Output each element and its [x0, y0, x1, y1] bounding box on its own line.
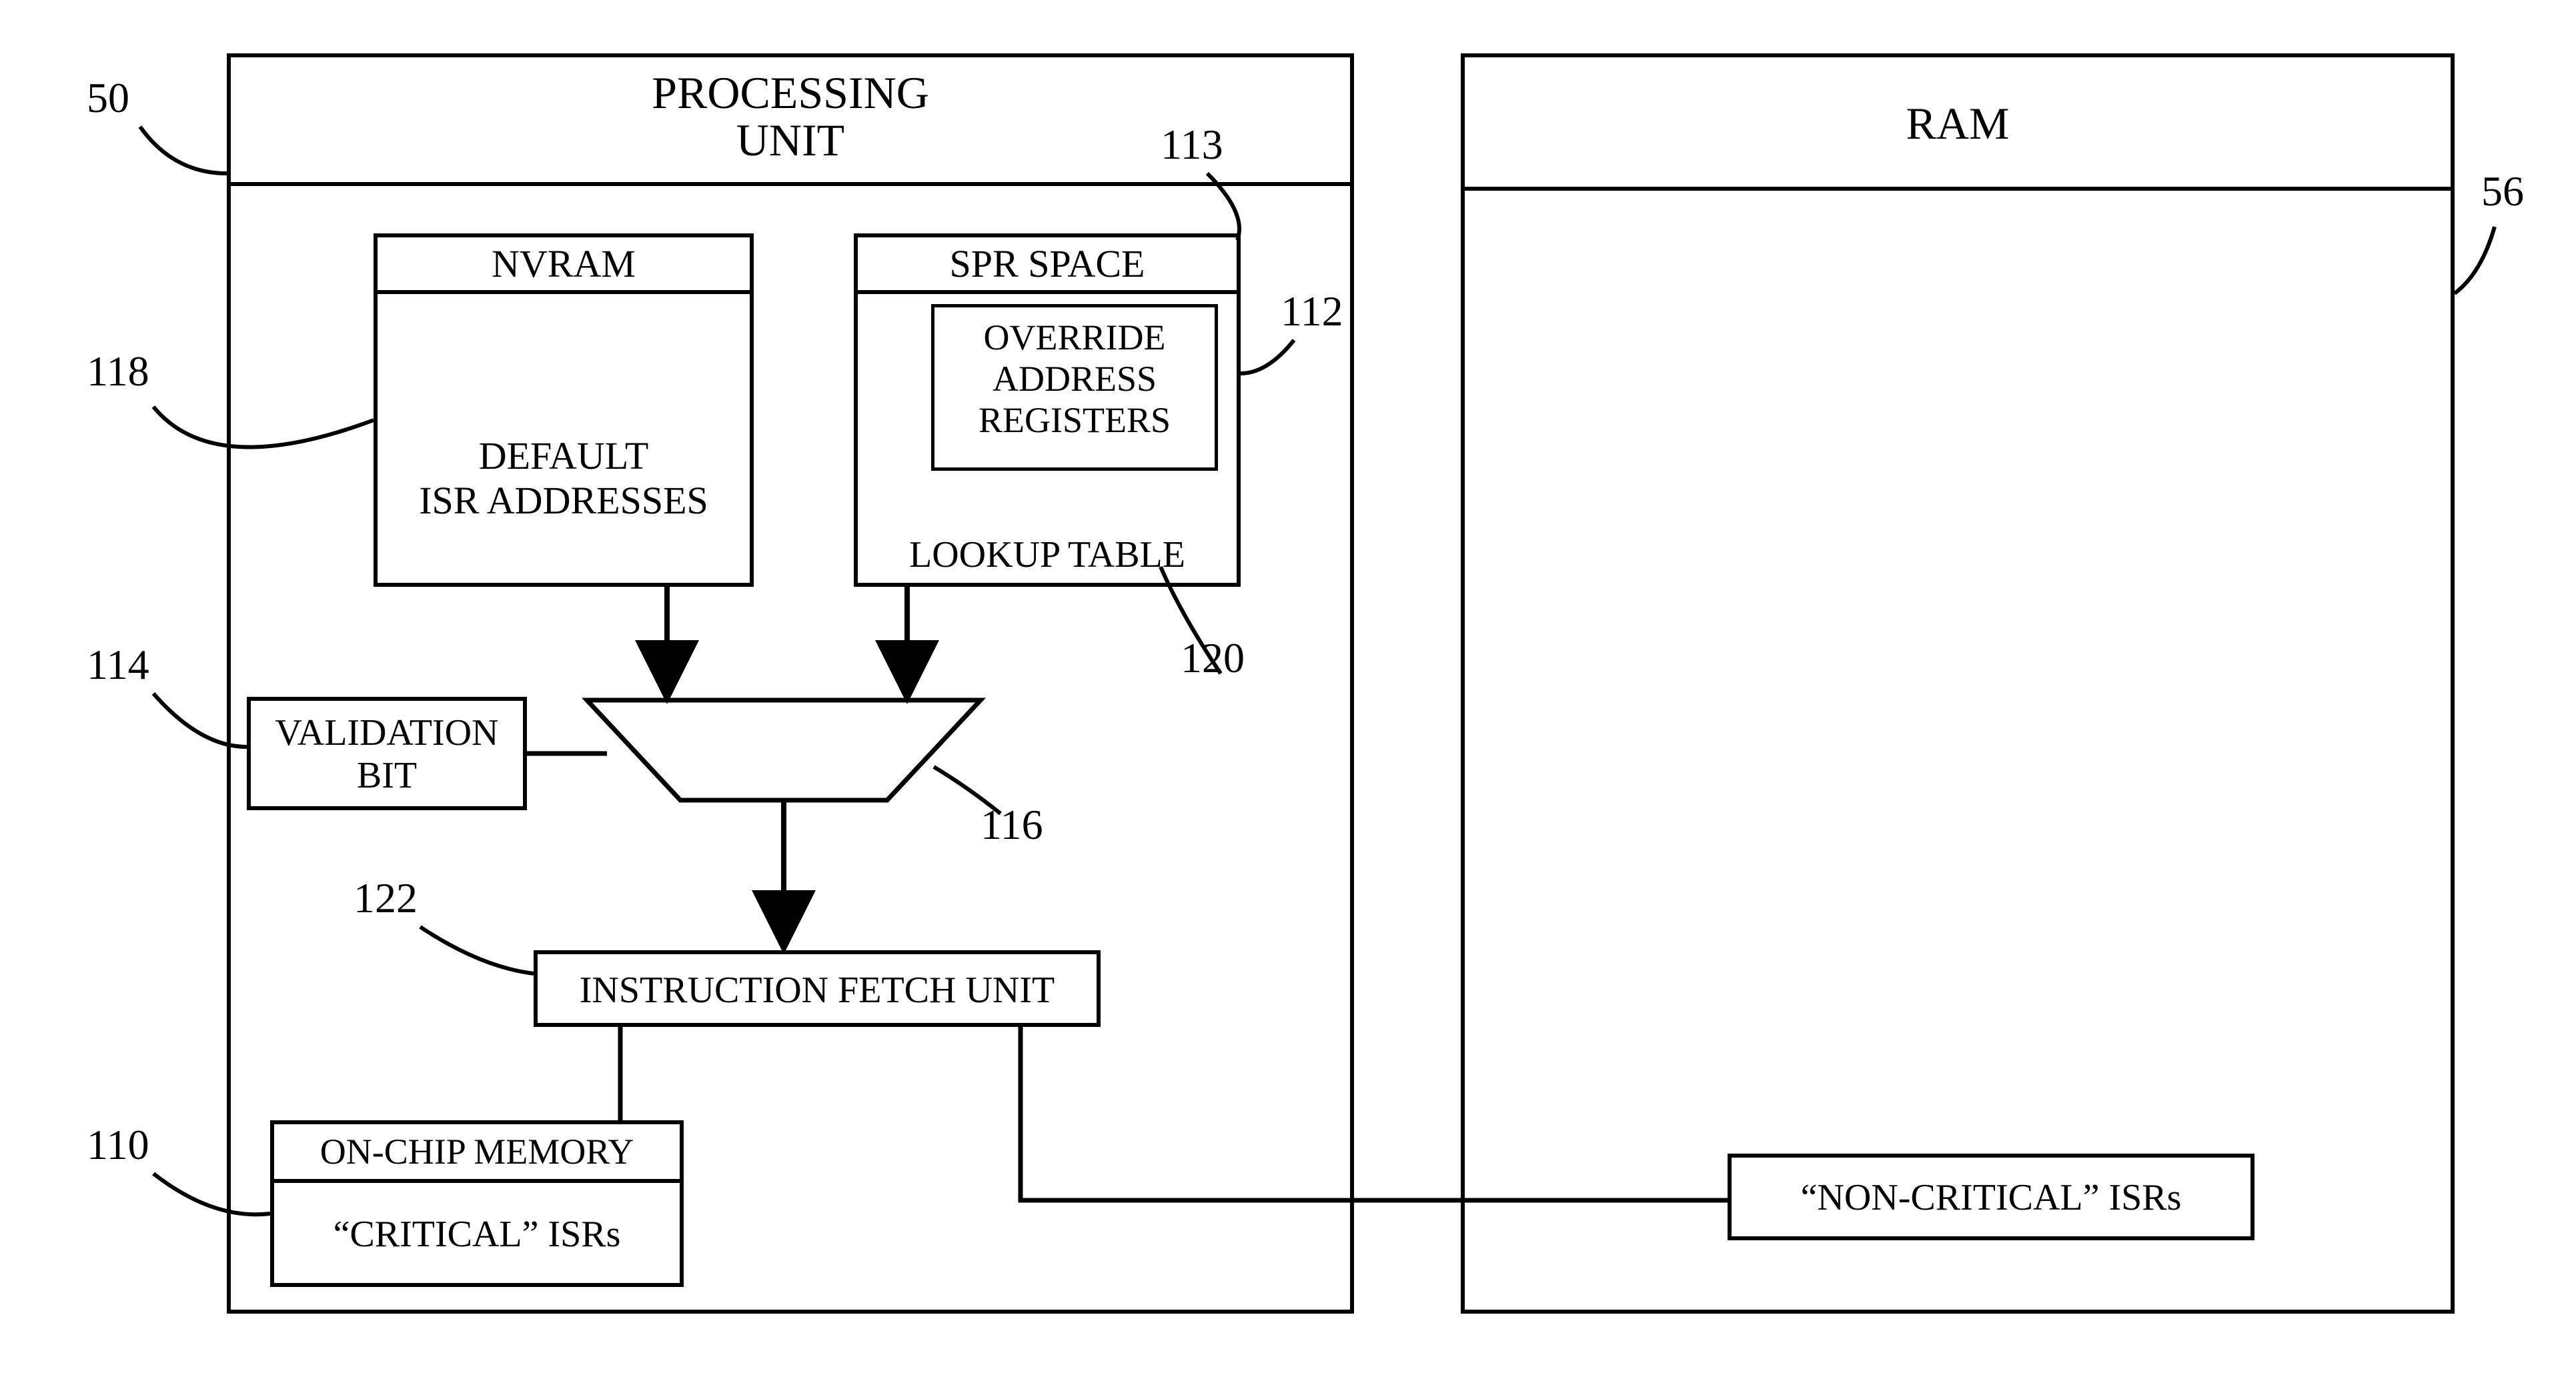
- leader-50: [140, 127, 227, 173]
- ref-56: 56: [2481, 167, 2524, 216]
- ram-box: RAM: [1461, 53, 2455, 1314]
- instruction-fetch-unit-box: INSTRUCTION FETCH UNIT: [534, 950, 1101, 1027]
- non-critical-isrs-box: “NON-CRITICAL” ISRs: [1728, 1154, 2255, 1240]
- spr-space-title: SPR SPACE: [858, 237, 1237, 294]
- lookup-table-label: LOOKUP TABLE: [858, 533, 1237, 576]
- leader-56: [2455, 227, 2495, 293]
- instruction-fetch-label: INSTRUCTION FETCH UNIT: [538, 954, 1097, 1012]
- ref-113: 113: [1161, 120, 1223, 169]
- critical-isrs-label: “CRITICAL” ISRs: [274, 1183, 680, 1256]
- ram-title: RAM: [1465, 57, 2451, 191]
- on-chip-memory-title: ON-CHIP MEMORY: [274, 1124, 680, 1183]
- ref-50: 50: [87, 73, 129, 123]
- nvram-box: NVRAM DEFAULT ISR ADDRESSES: [374, 233, 754, 587]
- override-line3: REGISTERS: [934, 399, 1215, 441]
- ref-112: 112: [1281, 287, 1343, 336]
- validation-bit-line2: BIT: [251, 754, 523, 797]
- ref-122: 122: [354, 874, 418, 923]
- validation-bit-line1: VALIDATION: [251, 712, 523, 754]
- validation-bit-box: VALIDATION BIT: [247, 697, 527, 810]
- ref-110: 110: [87, 1120, 149, 1170]
- processing-unit-title-line1: PROCESSING: [231, 69, 1350, 117]
- ref-116: 116: [981, 800, 1043, 850]
- override-line1: OVERRIDE: [934, 317, 1215, 358]
- nvram-content: DEFAULT ISR ADDRESSES: [378, 434, 750, 523]
- override-address-registers-box: OVERRIDE ADDRESS REGISTERS: [931, 304, 1218, 471]
- non-critical-isrs-label: “NON-CRITICAL” ISRs: [1732, 1158, 2250, 1219]
- on-chip-memory-box: ON-CHIP MEMORY “CRITICAL” ISRs: [270, 1120, 684, 1287]
- ref-120: 120: [1181, 633, 1245, 683]
- nvram-content-line2: ISR ADDRESSES: [378, 479, 750, 523]
- override-line2: ADDRESS: [934, 358, 1215, 399]
- spr-space-box: SPR SPACE OVERRIDE ADDRESS REGISTERS LOO…: [854, 233, 1241, 587]
- nvram-title: NVRAM: [378, 237, 750, 294]
- ref-114: 114: [87, 640, 149, 689]
- nvram-content-line1: DEFAULT: [378, 434, 750, 479]
- ref-118: 118: [87, 347, 149, 396]
